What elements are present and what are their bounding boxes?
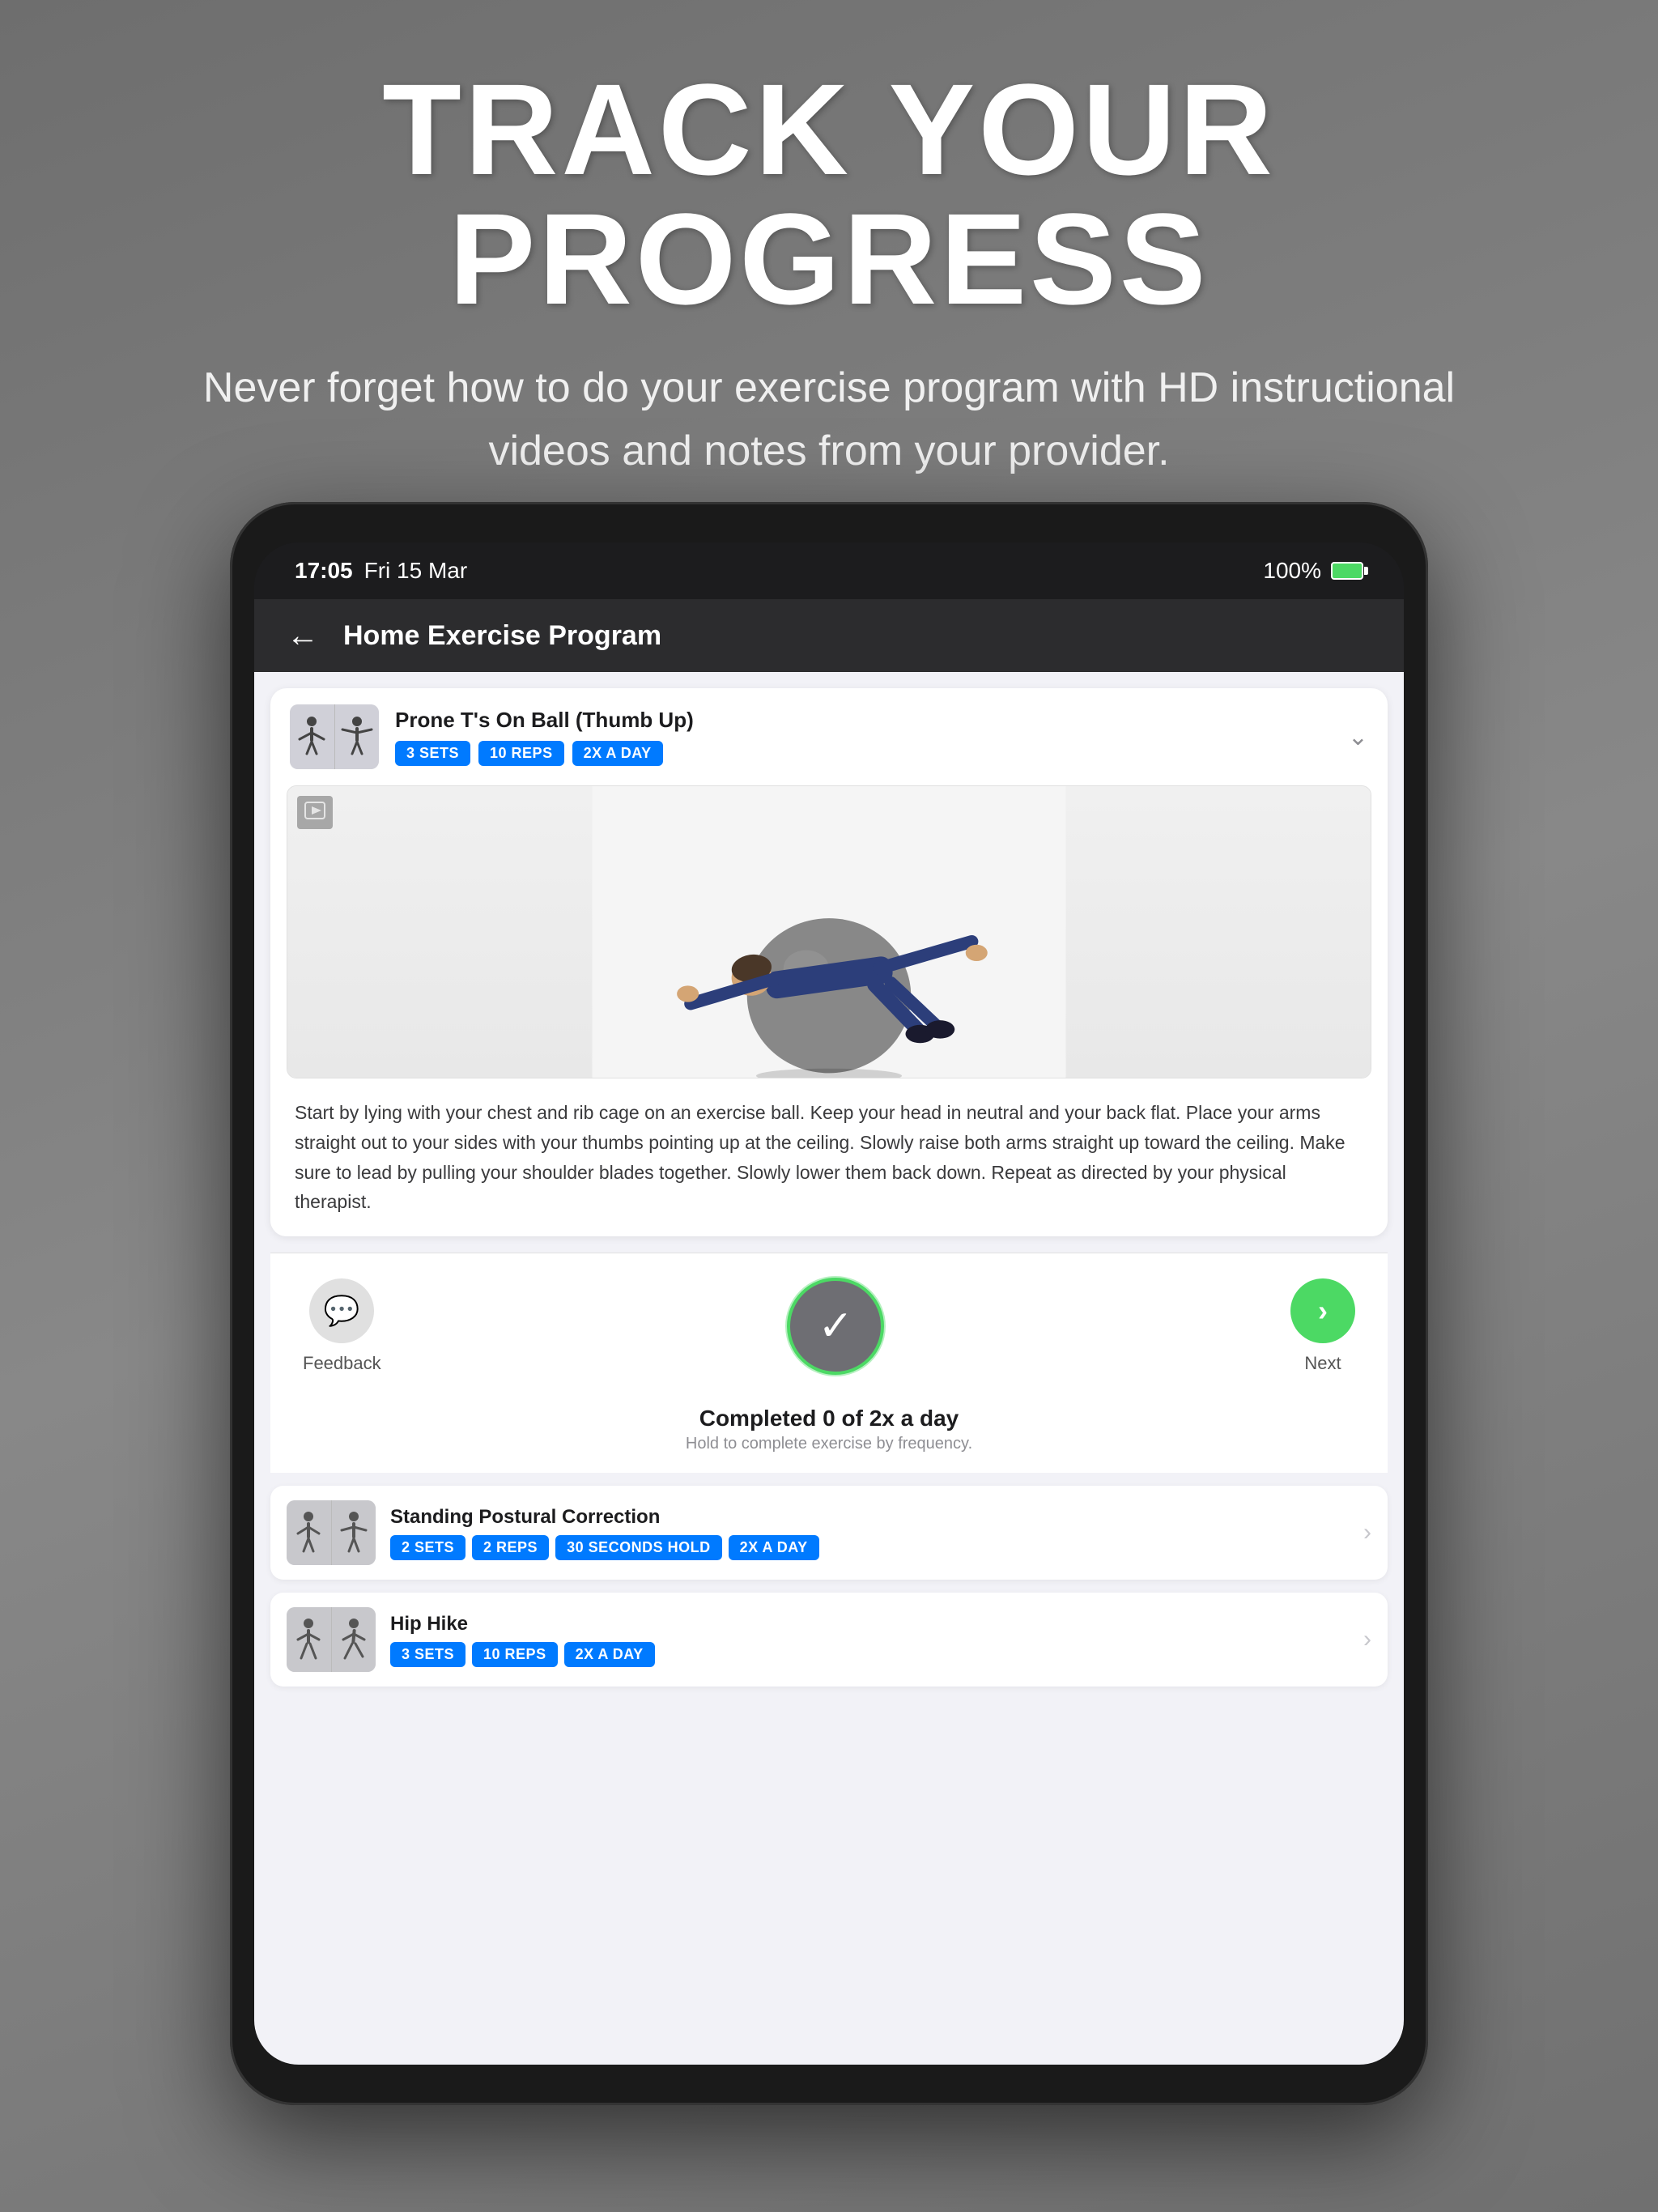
- hip-hike-pose-1-icon: [293, 1618, 324, 1662]
- video-container[interactable]: [287, 785, 1371, 1078]
- feedback-icon: 💬: [324, 1294, 360, 1328]
- complete-button[interactable]: ✓: [787, 1278, 884, 1375]
- tag-sets: 3 SETS: [395, 741, 470, 766]
- action-row: 💬 Feedback ✓ ›: [270, 1253, 1388, 1399]
- list-tags-1: 2 SETS 2 REPS 30 SECONDS HOLD 2X A DAY: [390, 1535, 1349, 1560]
- battery-icon: [1331, 562, 1363, 580]
- next-button[interactable]: › Next: [1290, 1278, 1355, 1374]
- checkmark-icon: ✓: [818, 1302, 854, 1351]
- complete-circle: ✓: [787, 1278, 884, 1375]
- list-thumb-1a: [287, 1500, 332, 1565]
- exercise-illustration: [287, 786, 1371, 1078]
- list-info-2: Hip Hike 3 SETS 10 REPS 2X A DAY: [390, 1613, 1349, 1667]
- header-section: TRACK YOUR PROGRESS Never forget how to …: [0, 65, 1658, 483]
- list-tag-reps-1: 2 REPS: [472, 1535, 549, 1560]
- list-thumb-2b: [332, 1607, 376, 1672]
- list-thumb-1b: [332, 1500, 376, 1565]
- standing-pose-1-icon: [293, 1511, 324, 1555]
- exercise-name: Prone T's On Ball (Thumb Up): [395, 708, 1332, 733]
- video-watermark: [297, 796, 333, 829]
- list-info-1: Standing Postural Correction 2 SETS 2 RE…: [390, 1506, 1349, 1560]
- app-header-title: Home Exercise Program: [343, 620, 661, 652]
- list-item-2[interactable]: Hip Hike 3 SETS 10 REPS 2X A DAY ›: [270, 1593, 1388, 1687]
- list-item-1-row: Standing Postural Correction 2 SETS 2 RE…: [270, 1486, 1388, 1580]
- status-bar: 17:05 Fri 15 Mar 100%: [254, 542, 1404, 599]
- video-area: [287, 786, 1371, 1078]
- thumb-half-2: [335, 704, 380, 769]
- list-tag-sets-2: 3 SETS: [390, 1642, 466, 1667]
- list-item-1[interactable]: Standing Postural Correction 2 SETS 2 RE…: [270, 1486, 1388, 1580]
- app-header: ← Home Exercise Program: [254, 599, 1404, 672]
- screen-content: Prone T's On Ball (Thumb Up) 3 SETS 10 R…: [254, 672, 1404, 2065]
- main-title: TRACK YOUR PROGRESS: [81, 65, 1577, 324]
- list-item-2-row: Hip Hike 3 SETS 10 REPS 2X A DAY ›: [270, 1593, 1388, 1687]
- next-arrow-icon: ›: [1318, 1294, 1328, 1328]
- completed-section: Completed 0 of 2x a day Hold to complete…: [270, 1399, 1388, 1473]
- list-chevron-1: ›: [1363, 1519, 1371, 1546]
- completed-subtitle: Hold to complete exercise by frequency.: [287, 1435, 1371, 1453]
- list-tag-freq-1: 2X A DAY: [729, 1535, 819, 1560]
- feedback-circle: 💬: [309, 1278, 374, 1343]
- next-circle: ›: [1290, 1278, 1355, 1343]
- tag-frequency: 2X A DAY: [572, 741, 663, 766]
- list-name-2: Hip Hike: [390, 1613, 1349, 1636]
- exercise-thumbnail: [290, 704, 379, 769]
- standing-pose-2-icon: [338, 1511, 369, 1555]
- tag-reps: 10 REPS: [478, 741, 564, 766]
- list-tag-sets-1: 2 SETS: [390, 1535, 466, 1560]
- battery-text: 100%: [1263, 558, 1321, 584]
- exercise-info: Prone T's On Ball (Thumb Up) 3 SETS 10 R…: [395, 708, 1332, 766]
- list-thumb-2a: [287, 1607, 332, 1672]
- device-screen: 17:05 Fri 15 Mar 100% ← Home Exercise Pr…: [254, 542, 1404, 2065]
- exercise-header[interactable]: Prone T's On Ball (Thumb Up) 3 SETS 10 R…: [270, 688, 1388, 785]
- watermark-icon: [304, 799, 326, 822]
- instructions: Start by lying with your chest and rib c…: [270, 1078, 1388, 1236]
- feedback-button[interactable]: 💬 Feedback: [303, 1278, 381, 1374]
- expand-button[interactable]: ⌄: [1348, 723, 1368, 751]
- list-tag-hold-1: 30 SECONDS HOLD: [555, 1535, 722, 1560]
- exercise-pose-2-icon: [341, 715, 373, 759]
- exercise-pose-1-icon: [295, 715, 328, 759]
- next-label: Next: [1304, 1353, 1341, 1374]
- list-tag-freq-2: 2X A DAY: [564, 1642, 655, 1667]
- device-frame: 17:05 Fri 15 Mar 100% ← Home Exercise Pr…: [230, 502, 1428, 2105]
- list-chevron-2: ›: [1363, 1626, 1371, 1653]
- status-date: Fri 15 Mar: [364, 558, 468, 584]
- device-wrapper: 17:05 Fri 15 Mar 100% ← Home Exercise Pr…: [230, 502, 1428, 2105]
- exercise-card: Prone T's On Ball (Thumb Up) 3 SETS 10 R…: [270, 688, 1388, 1236]
- status-right: 100%: [1263, 558, 1363, 584]
- exercise-tags: 3 SETS 10 REPS 2X A DAY: [395, 741, 1332, 766]
- list-thumb-1: [287, 1500, 376, 1565]
- list-tag-reps-2: 10 REPS: [472, 1642, 558, 1667]
- subtitle: Never forget how to do your exercise pro…: [181, 356, 1477, 483]
- feedback-label: Feedback: [303, 1353, 381, 1374]
- list-thumb-2: [287, 1607, 376, 1672]
- thumb-half-1: [290, 704, 335, 769]
- hip-hike-pose-2-icon: [338, 1618, 369, 1662]
- status-time: 17:05: [295, 558, 353, 584]
- list-name-1: Standing Postural Correction: [390, 1506, 1349, 1529]
- back-button[interactable]: ←: [287, 618, 319, 654]
- list-tags-2: 3 SETS 10 REPS 2X A DAY: [390, 1642, 1349, 1667]
- completed-title: Completed 0 of 2x a day: [287, 1406, 1371, 1431]
